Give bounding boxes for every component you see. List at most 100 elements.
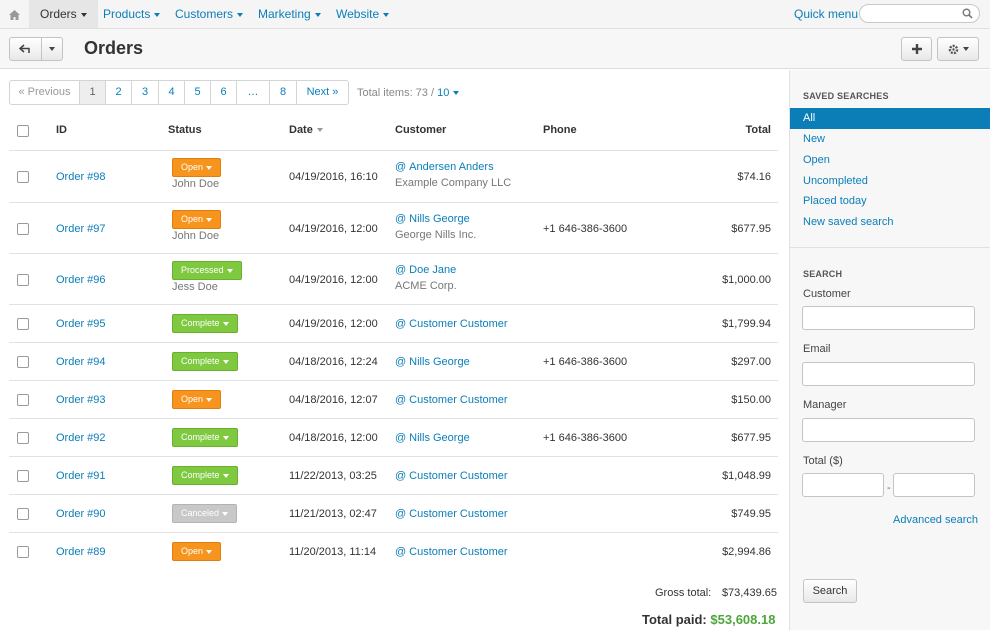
search-button[interactable]: Search xyxy=(803,579,857,603)
row-checkbox[interactable] xyxy=(17,356,29,368)
column-id[interactable]: ID xyxy=(56,124,67,136)
customer-link[interactable]: @ Customer Customer xyxy=(395,546,508,558)
customer-link[interactable]: @ Nills George xyxy=(395,356,470,368)
nav-orders[interactable]: Orders xyxy=(29,0,98,28)
home-icon[interactable] xyxy=(0,0,29,29)
customer-link[interactable]: @ Nills George xyxy=(395,432,470,444)
chevron-down-icon xyxy=(206,165,213,170)
customer-link[interactable]: @ Doe Jane xyxy=(395,264,456,276)
global-search-input[interactable] xyxy=(859,4,980,23)
customer-name: Nills George xyxy=(409,213,470,225)
chevron-down-icon xyxy=(206,217,213,222)
nav-marketing[interactable]: Marketing xyxy=(247,0,332,28)
status-badge[interactable]: Complete xyxy=(172,428,238,447)
status-badge[interactable]: Complete xyxy=(172,466,238,485)
order-total: $749.95 xyxy=(731,508,771,520)
pager-previous[interactable]: « Previous xyxy=(10,81,80,104)
row-checkbox[interactable] xyxy=(17,470,29,482)
order-id-link[interactable]: Order #93 xyxy=(56,394,106,406)
column-customer[interactable]: Customer xyxy=(395,124,446,136)
row-checkbox[interactable] xyxy=(17,223,29,235)
customer-link[interactable]: @ Customer Customer xyxy=(395,394,508,406)
row-checkbox[interactable] xyxy=(17,394,29,406)
saved-search-new[interactable]: New xyxy=(790,129,990,150)
customer-company: George Nills Inc. xyxy=(395,229,477,241)
customer-name: Customer Customer xyxy=(409,508,508,520)
table-row: Order #92 Complete 04/18/2016, 12:00 @ Nills… xyxy=(9,418,778,456)
saved-search-placed-today[interactable]: Placed today xyxy=(790,191,990,212)
pager-page-3[interactable]: 3 xyxy=(132,81,159,104)
back-dropdown-button[interactable] xyxy=(41,37,63,61)
order-id-link[interactable]: Order #90 xyxy=(56,508,106,520)
customer-link[interactable]: @ Nills George xyxy=(395,213,470,225)
pager-page-2[interactable]: 2 xyxy=(106,81,132,104)
customer-link[interactable]: @ Customer Customer xyxy=(395,508,508,520)
at-icon: @ xyxy=(395,161,407,173)
status-badge[interactable]: Processed xyxy=(172,261,242,280)
row-checkbox[interactable] xyxy=(17,171,29,183)
select-all-checkbox[interactable] xyxy=(17,125,29,137)
customer-link[interactable]: @ Customer Customer xyxy=(395,470,508,482)
order-id-link[interactable]: Order #92 xyxy=(56,432,106,444)
row-checkbox[interactable] xyxy=(17,508,29,520)
pager-next[interactable]: Next » xyxy=(297,81,348,104)
order-id-link[interactable]: Order #89 xyxy=(56,546,106,558)
pagination: « Previous 1 2 3 4 5 6 … 8 Next » xyxy=(9,80,349,105)
order-id-link[interactable]: Order #91 xyxy=(56,470,106,482)
order-id-link[interactable]: Order #96 xyxy=(56,274,106,286)
search-icon[interactable] xyxy=(962,8,973,22)
at-icon: @ xyxy=(395,356,407,368)
pager-page-4[interactable]: 4 xyxy=(159,81,185,104)
per-page-select[interactable]: 10 xyxy=(437,87,460,99)
status-badge[interactable]: Open xyxy=(172,158,222,177)
column-phone[interactable]: Phone xyxy=(543,124,577,136)
add-order-button[interactable] xyxy=(901,37,932,61)
order-manager: Jess Doe xyxy=(172,281,218,293)
saved-search-open[interactable]: Open xyxy=(790,150,990,171)
advanced-search-link[interactable]: Advanced search xyxy=(893,514,978,526)
status-label: Complete xyxy=(181,432,220,442)
customer-field[interactable] xyxy=(802,306,975,330)
saved-searches-heading: SAVED SEARCHES xyxy=(803,91,889,101)
pager-page-5[interactable]: 5 xyxy=(185,81,211,104)
pager-page-1[interactable]: 1 xyxy=(80,81,106,104)
column-total[interactable]: Total xyxy=(746,124,771,136)
order-id-link[interactable]: Order #94 xyxy=(56,356,106,368)
order-id-link[interactable]: Order #97 xyxy=(56,223,106,235)
row-checkbox[interactable] xyxy=(17,546,29,558)
total-to-field[interactable] xyxy=(893,473,975,497)
quick-menu-link[interactable]: Quick menu xyxy=(794,7,858,21)
at-icon: @ xyxy=(395,432,407,444)
order-id-link[interactable]: Order #95 xyxy=(56,318,106,330)
status-badge[interactable]: Complete xyxy=(172,352,238,371)
pager-page-6[interactable]: 6 xyxy=(211,81,237,104)
at-icon: @ xyxy=(395,213,407,225)
saved-search-uncompleted[interactable]: Uncompleted xyxy=(790,171,990,192)
row-checkbox[interactable] xyxy=(17,274,29,286)
pager-page-8[interactable]: 8 xyxy=(270,81,297,104)
nav-customers[interactable]: Customers xyxy=(164,0,254,28)
email-field[interactable] xyxy=(802,362,975,386)
nav-products[interactable]: Products xyxy=(92,0,171,28)
status-badge[interactable]: Canceled xyxy=(172,504,238,523)
customer-link[interactable]: @ Andersen Anders xyxy=(395,161,494,173)
manager-field[interactable] xyxy=(802,418,975,442)
status-badge[interactable]: Complete xyxy=(172,314,238,333)
saved-search-all[interactable]: All xyxy=(790,108,990,129)
status-label: Canceled xyxy=(181,508,220,518)
column-status[interactable]: Status xyxy=(168,124,202,136)
settings-button[interactable] xyxy=(937,37,979,61)
sidebar-divider xyxy=(790,247,990,248)
status-badge[interactable]: Open xyxy=(172,210,222,229)
customer-link[interactable]: @ Customer Customer xyxy=(395,318,508,330)
nav-website[interactable]: Website xyxy=(325,0,400,28)
new-saved-search-link[interactable]: New saved search xyxy=(790,212,990,233)
status-badge[interactable]: Open xyxy=(172,390,222,409)
row-checkbox[interactable] xyxy=(17,432,29,444)
order-id-link[interactable]: Order #98 xyxy=(56,171,106,183)
status-badge[interactable]: Open xyxy=(172,542,222,561)
column-date[interactable]: Date xyxy=(289,124,323,136)
row-checkbox[interactable] xyxy=(17,318,29,330)
back-button[interactable] xyxy=(9,37,42,61)
total-from-field[interactable] xyxy=(802,473,884,497)
